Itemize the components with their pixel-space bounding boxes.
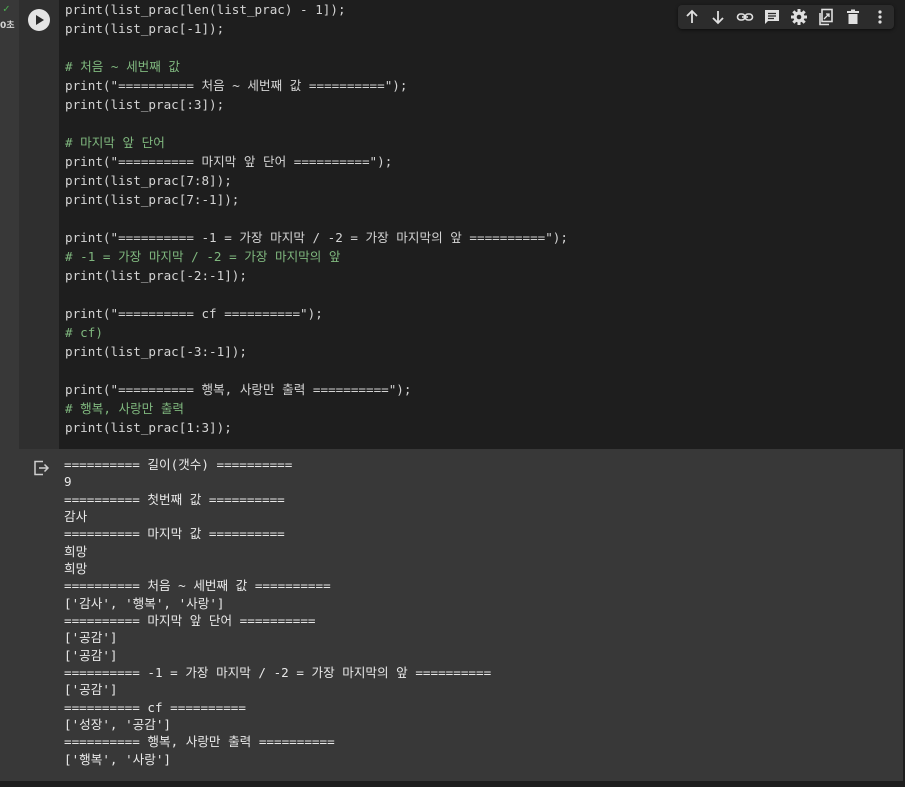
code-line: print(list_prac[1:3]); [65, 420, 232, 435]
mirror-cell-button[interactable] [813, 5, 839, 29]
code-line: print(list_prac[-2:-1]); [65, 268, 247, 283]
cell-gutter: ✓ 0초 [0, 0, 19, 787]
output-line: ========== cf ========== [64, 700, 246, 715]
play-icon [36, 15, 44, 25]
output-line: ========== 마지막 앞 단어 ========== [64, 613, 316, 628]
code-comment-line: # -1 = 가장 마지막 / -2 = 가장 마지막의 앞 [65, 249, 341, 264]
code-line: print("========== cf =========="); [65, 306, 323, 321]
output-line: ========== 행복, 사랑만 출력 ========== [64, 734, 335, 749]
output-line: ========== 처음 ~ 세번째 값 ========== [64, 578, 331, 593]
code-line: print(list_prac[:3]); [65, 97, 225, 112]
output-line: 희망 [64, 561, 88, 576]
comment-icon [765, 10, 779, 24]
arrow-down-icon [712, 11, 724, 25]
output-line: ['행복', '사랑'] [64, 752, 172, 767]
cell-settings-button[interactable] [786, 5, 812, 29]
output-line: 희망 [64, 544, 88, 559]
link-icon [736, 13, 754, 21]
copy-link-button[interactable] [732, 5, 758, 29]
output-line: 9 [64, 474, 72, 489]
run-cell-button[interactable] [28, 9, 50, 31]
output-line: ['공감'] [64, 648, 118, 663]
code-line: print(list_prac[-1]); [65, 21, 225, 36]
delete-cell-button[interactable] [840, 5, 866, 29]
gear-icon [791, 9, 807, 25]
execution-success-icon: ✓ [3, 2, 10, 15]
move-cell-up-button[interactable] [679, 5, 705, 29]
code-comment-line: # cf) [65, 325, 103, 340]
code-line: print(list_prac[-3:-1]); [65, 344, 247, 359]
output-line: ========== -1 = 가장 마지막 / -2 = 가장 마지막의 앞 … [64, 665, 492, 680]
code-comment-line: # 행복, 사랑만 출력 [65, 401, 185, 416]
output-line: 감사 [64, 509, 88, 524]
code-line: print(list_prac[7:-1]); [65, 192, 240, 207]
code-editor[interactable]: print(list_prac[len(list_prac) - 1]); pr… [59, 0, 903, 449]
code-line: print("========== 행복, 사랑만 출력 =========="… [65, 382, 412, 397]
bottom-strip [0, 781, 905, 787]
output-line: ['공감'] [64, 682, 118, 697]
code-line: print("========== 마지막 앞 단어 =========="); [65, 154, 393, 169]
code-line: print(list_prac[len(list_prac) - 1]); [65, 2, 346, 17]
more-actions-button[interactable] [867, 5, 893, 29]
run-area [19, 0, 59, 449]
output-line: ['감사', '행복', '사랑'] [64, 596, 225, 611]
output-icon [34, 460, 50, 476]
code-comment-line: # 마지막 앞 단어 [65, 135, 165, 150]
cell-toolbar [678, 5, 894, 29]
output-line: ========== 길이(갯수) ========== [64, 457, 293, 472]
output-line: ['공감'] [64, 630, 118, 645]
more-vert-icon [878, 10, 882, 24]
move-cell-down-button[interactable] [705, 5, 731, 29]
output-line: ========== 첫번째 값 ========== [64, 492, 285, 507]
add-comment-button[interactable] [759, 5, 785, 29]
output-line: ========== 마지막 값 ========== [64, 526, 285, 541]
arrow-up-icon [686, 9, 698, 23]
execution-time: 0초 [0, 21, 15, 31]
code-line: print(list_prac[7:8]); [65, 173, 232, 188]
code-line: print("========== -1 = 가장 마지막 / -2 = 가장 … [65, 230, 568, 245]
code-cell[interactable]: print(list_prac[len(list_prac) - 1]); pr… [19, 0, 903, 781]
output-actions-button[interactable] [32, 459, 50, 477]
trash-icon [847, 9, 859, 24]
output-line: ['성장', '공감'] [64, 717, 172, 732]
mirror-cell-icon [819, 8, 833, 26]
cell-output: ========== 길이(갯수) ========== 9 =========… [19, 449, 903, 781]
code-comment-line: # 처음 ~ 세번째 값 [65, 59, 181, 74]
code-line: print("========== 처음 ~ 세번째 값 =========="… [65, 78, 408, 93]
